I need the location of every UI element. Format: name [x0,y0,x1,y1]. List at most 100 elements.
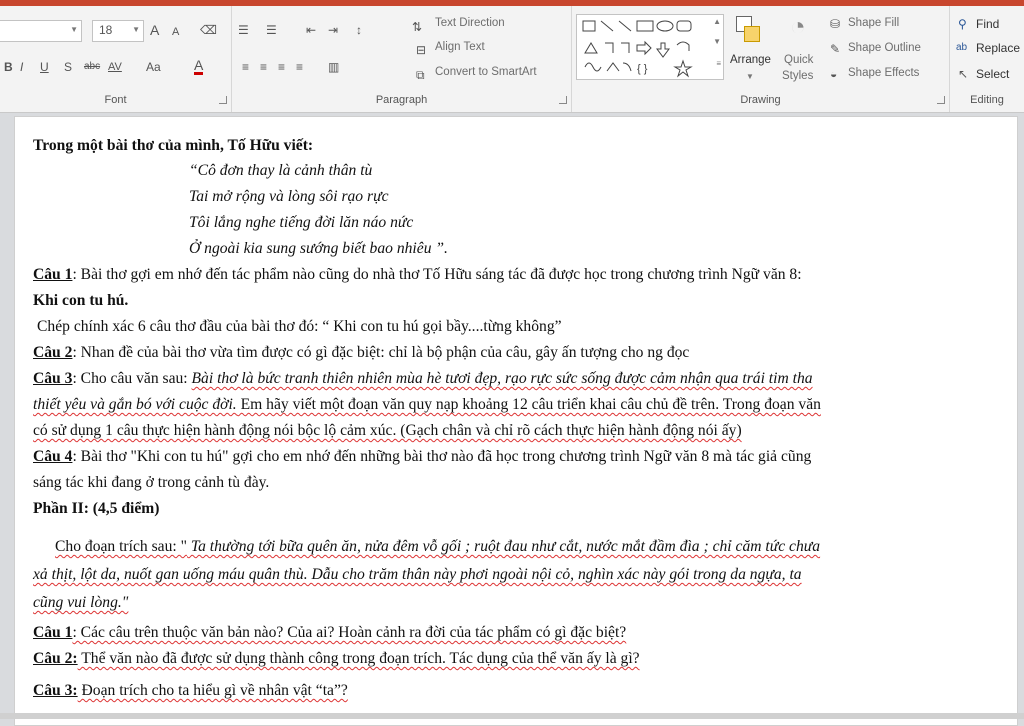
paragraph-group: ☰ ☰ ⇤ ⇥ ↕ ⇅ Text Direction ⊟ Align Text … [232,6,572,112]
arrange-icon [736,16,760,44]
verse-line-1: “Cô đơn thay là cảnh thân tù [189,162,373,179]
strikethrough-button[interactable]: abc [84,59,100,75]
verse-line-4: Ở ngoài kia sung sướng biết bao nhiêu ”. [189,240,448,257]
font-size-dropdown[interactable]: 18 ▼ [92,20,144,42]
text-shadow-button[interactable]: S [64,59,72,75]
chevron-down-icon: ▼ [132,25,140,34]
drawing-group: { } ▲ ▼ ≡ Arrange ▼ ◔ Quick Styles ⛁ Sha… [572,6,950,112]
bullets-icon[interactable]: ☰ [238,22,249,38]
question-3-task: Em hãy viết một đoạn văn quy nạp khoảng … [236,396,821,413]
bold-button[interactable]: B [4,59,13,75]
question-4-label: Câu 4 [33,448,73,465]
chevron-down-icon: ▼ [70,25,78,34]
quick-styles-icon: ◔ [790,11,806,41]
ribbon: ▼ 18 ▼ A A ⌫ B I U S abc AV Aa A Font ☰ … [0,0,1024,113]
slide-canvas[interactable]: Trong một bài thơ của mình, Tố Hữu viết:… [14,116,1018,726]
question-4-text: : Bài thơ "Khi con tu hú" gợi cho em nhớ… [72,448,812,465]
increase-indent-icon[interactable]: ⇥ [328,22,338,38]
part-2-question-1-text: : Các câu trên thuộc văn bản nào? Của ai… [72,624,627,641]
justify-icon[interactable]: ≡ [296,59,303,75]
convert-smartart-button[interactable]: Convert to SmartArt [435,66,537,78]
question-1: Câu 1: Bài thơ gợi em nhớ đến tác phẩm n… [33,266,1001,284]
more-shapes-icon[interactable]: ≡ [716,59,721,68]
part-2-question-3-text: Đoạn trích cho ta hiểu gì về nhân vật “t… [77,682,348,699]
question-4: Câu 4: Bài thơ "Khi con tu hú" gợi cho e… [33,448,1001,466]
paint-bucket-icon: ⛁ [830,17,841,31]
question-2: Câu 2: Nhan đề của bài thơ vừa tìm được … [33,344,1001,362]
part-2-question-1: Câu 1: Các câu trên thuộc văn bản nào? C… [33,624,1001,642]
character-spacing-button[interactable]: AV [108,59,122,75]
part-2-question-1-label: Câu 1 [33,624,73,641]
font-group-label: Font [104,94,127,106]
excerpt-line-3: cũng vui lòng." [33,594,129,611]
shapes-gallery-icons: { } [582,20,693,78]
grow-font-button[interactable]: A [150,22,159,38]
shapes-gallery[interactable]: { } ▲ ▼ ≡ [576,14,724,80]
question-3-label: Câu 3 [33,370,73,387]
cursor-icon: ↖ [958,67,969,81]
quick-styles-button-line2: Styles [782,70,814,82]
underline-button[interactable]: U [40,59,49,75]
question-2-label: Câu 2 [33,344,73,361]
excerpt-text-1: Ta thường tới bữa quên ăn, nửa đêm vỗ gố… [186,538,821,555]
font-color-button[interactable]: A [194,58,204,75]
question-1-text: : Bài thơ gợi em nhớ đến tác phẩm nào cũ… [72,266,802,283]
status-bar [0,713,1024,719]
dialog-launcher-icon[interactable] [559,96,567,104]
arrange-button[interactable]: Arrange [730,54,771,66]
columns-icon[interactable]: ▥ [328,59,339,75]
copy-instruction: Chép chính xác 6 câu thơ đầu của bài thơ… [37,318,562,335]
align-center-icon[interactable]: ≡ [260,59,267,75]
font-group: ▼ 18 ▼ A A ⌫ B I U S abc AV Aa A Font [0,6,232,112]
editing-group: ⚲ Find ab Replace ↖ Select Editing [950,6,1024,112]
find-button[interactable]: Find [976,17,999,31]
font-name-dropdown[interactable]: ▼ [0,20,82,42]
question-3-line-3: có sử dụng 1 câu thực hiện hành động nói… [33,422,742,439]
font-size-value: 18 [99,23,113,37]
shape-outline-button[interactable]: Shape Outline [848,42,921,54]
part-2-question-3: Câu 3: Đoạn trích cho ta hiểu gì về nhân… [33,682,1001,700]
align-text-button[interactable]: Align Text [435,41,485,53]
line-spacing-icon[interactable]: ↕ [356,22,362,38]
dialog-launcher-icon[interactable] [937,96,945,104]
chevron-down-icon[interactable]: ▼ [713,37,721,46]
text-direction-button[interactable]: Text Direction [435,17,505,29]
chevron-up-icon[interactable]: ▲ [713,17,721,26]
paragraph-group-label: Paragraph [375,94,428,106]
question-3-quote-end: thiết yêu và gắn bó với cuộc đời. [33,396,237,413]
effects-icon: ◒ [830,67,838,81]
part-2-question-2: Câu 2: Thể văn nào đã được sử dụng thành… [33,650,1001,668]
question-4-line-2: sáng tác khi đang ở trong cảnh tù đày. [33,474,270,491]
change-case-button[interactable]: Aa [146,59,161,75]
excerpt-line-2: xả thịt, lột da, nuốt gan uống máu quân … [33,566,802,583]
replace-button[interactable]: Replace [976,41,1020,55]
shape-effects-button[interactable]: Shape Effects [848,67,919,79]
verse-line-2: Tai mở rộng và lòng sôi rạo rực [189,188,389,205]
decrease-indent-icon[interactable]: ⇤ [306,22,316,38]
align-right-icon[interactable]: ≡ [278,59,285,75]
quick-styles-button[interactable]: Quick [784,54,813,66]
search-icon: ⚲ [958,17,967,31]
select-button[interactable]: Select [976,67,1009,81]
align-left-icon[interactable]: ≡ [242,59,249,75]
part-2-question-2-text: Thể văn nào đã được sử dụng thành công t… [77,650,640,667]
numbering-icon[interactable]: ☰ [266,22,277,38]
text-direction-icon: ⇅ [412,20,423,34]
shape-fill-button[interactable]: Shape Fill [848,17,899,29]
question-3-prefix: : Cho câu văn sau: [72,370,192,387]
question-3: Câu 3: Cho câu văn sau: Bài thơ là bức t… [33,370,1001,388]
intro-line: Trong một bài thơ của mình, Tố Hữu viết: [33,137,314,154]
clear-formatting-icon[interactable]: ⌫ [200,22,217,38]
italic-button[interactable]: I [20,59,23,75]
shrink-font-button[interactable]: A [172,24,179,40]
dialog-launcher-icon[interactable] [219,96,227,104]
question-3-line-2: thiết yêu và gắn bó với cuộc đời. Em hãy… [33,396,1001,414]
excerpt-line-1: Cho đoạn trích sau: " Ta thường tới bữa … [55,538,1001,556]
svg-text:{ }: { } [637,63,648,75]
part-2-heading: Phần II: (4,5 điểm) [33,500,160,517]
align-text-icon: ⊟ [416,43,427,57]
question-3-quote: Bài thơ là bức tranh thiên nhiên mùa hè … [191,370,813,387]
part-2-question-3-label: Câu 3: [33,682,78,699]
editing-group-label: Editing [970,94,1004,106]
smartart-icon: ⧉ [416,68,425,82]
